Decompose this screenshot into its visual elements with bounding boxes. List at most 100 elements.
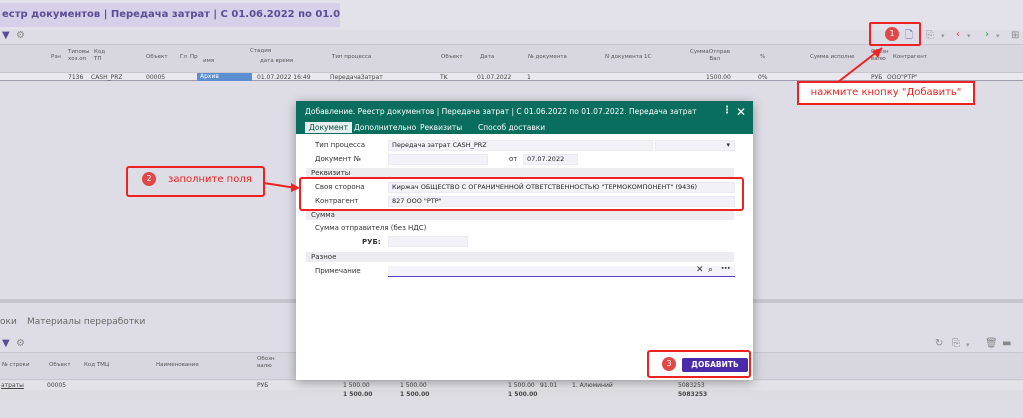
- highlight-requisites: [299, 177, 744, 211]
- col-header[interactable]: Типовы хоз.оп: [68, 49, 90, 63]
- lower-chevron-down-icon[interactable]: ▾: [966, 340, 970, 350]
- section-misc: Разное: [306, 252, 734, 262]
- col-header[interactable]: имя: [203, 58, 214, 65]
- table-row[interactable]: атраты 00005 РУБ 1 500.00 1 500.00 1 500…: [0, 381, 1023, 390]
- step-2-arrow: [263, 182, 300, 192]
- col-header[interactable]: СуммаОтправ Вал: [690, 49, 730, 63]
- section-sum: Сумма: [306, 210, 734, 220]
- col-header[interactable]: Гл: [180, 54, 187, 61]
- add-document-dialog: Добавление. Реестр документов | Передача…: [296, 101, 753, 380]
- col-header[interactable]: Обозн валю: [257, 356, 275, 370]
- col-header[interactable]: Стадия: [250, 48, 271, 55]
- tree-icon[interactable]: ⊞: [1011, 31, 1019, 41]
- sender-sum-label: Сумма отправителя (без НДС): [315, 224, 427, 232]
- delete-icon[interactable]: 🗑: [985, 339, 998, 349]
- tab-document-registry[interactable]: естр документов | Передача затрат | С 01…: [0, 3, 340, 27]
- doc-number-field[interactable]: [388, 154, 488, 165]
- tab-additional[interactable]: Дополнительно: [354, 122, 416, 133]
- col-header[interactable]: Наименование: [156, 362, 199, 369]
- status-badge: Архив: [197, 73, 252, 81]
- process-type-label: Тип процесса: [315, 141, 365, 149]
- col-header[interactable]: Пр: [190, 54, 198, 61]
- step-1-badge: 1: [885, 27, 899, 41]
- table-row-total: 1 500.00 1 500.00 1 500.00 5083253: [0, 390, 1023, 399]
- step-2-badge: 2: [142, 172, 156, 186]
- table-cell: 01.07.2022: [477, 74, 512, 81]
- tab-delivery[interactable]: Способ доставки: [478, 122, 545, 133]
- chevron-down-icon-3[interactable]: ▾: [996, 31, 1000, 41]
- col-header[interactable]: Контрагент: [893, 54, 927, 61]
- search-icon[interactable]: ⌕: [708, 265, 713, 275]
- gear-icon[interactable]: ⚙: [16, 31, 25, 41]
- tab-materials[interactable]: Материалы переработки: [27, 317, 145, 327]
- refresh-icon[interactable]: ↻: [935, 339, 943, 349]
- chevron-down-icon[interactable]: ▾: [941, 31, 945, 41]
- table-cell: ПередачаЗатрат: [330, 74, 383, 81]
- chevron-down-icon: ▾: [726, 141, 730, 149]
- col-header[interactable]: N документа 1С: [605, 54, 651, 61]
- chevron-down-icon-2[interactable]: ▾: [967, 31, 971, 41]
- table-cell: 5083253: [678, 391, 708, 398]
- table-cell: 1. Алюминий: [572, 382, 613, 389]
- note-label: Примечание: [315, 267, 361, 275]
- step-2-text: заполните поля: [168, 174, 252, 185]
- date-field[interactable]: 07.07.2022: [523, 154, 578, 165]
- lower-attachment-icon[interactable]: ⎘: [952, 339, 960, 349]
- more-icon[interactable]: ⋯: [721, 264, 730, 274]
- close-icon[interactable]: ✕: [736, 105, 746, 119]
- table-cell: 5083253: [678, 382, 705, 389]
- dialog-title: Добавление. Реестр документов | Передача…: [305, 107, 697, 116]
- col-header[interactable]: Объект: [441, 54, 463, 61]
- lower-filter-icon[interactable]: ▼: [2, 339, 10, 349]
- table-cell: 1 500.00: [508, 391, 538, 398]
- col-header[interactable]: № документа: [528, 54, 567, 61]
- tab-document[interactable]: Документ: [305, 122, 352, 133]
- table-cell: атраты: [1, 382, 24, 389]
- table-cell: CASH_PRZ: [91, 74, 123, 81]
- col-header[interactable]: Рзн: [51, 54, 61, 61]
- table-cell: 1: [527, 74, 531, 81]
- table-cell: РУБ: [257, 382, 269, 389]
- filter-icon[interactable]: ▼: [2, 31, 10, 41]
- arrow-right-icon[interactable]: ›: [985, 30, 989, 40]
- table-cell: 00005: [47, 382, 67, 389]
- note-field[interactable]: ✕ ⌕ ⋯: [388, 264, 735, 277]
- table-cell: 00005: [146, 74, 166, 81]
- tab-lower-first[interactable]: оки: [0, 317, 17, 327]
- lower-gear-icon[interactable]: ⚙: [16, 339, 25, 349]
- lower-more-icon[interactable]: ▬: [1002, 339, 1011, 349]
- more-vertical-icon[interactable]: ⋮: [722, 105, 732, 116]
- table-cell: 0%: [758, 74, 768, 81]
- col-header[interactable]: %: [760, 54, 765, 61]
- col-header[interactable]: № строки: [2, 362, 29, 369]
- dialog-header: Добавление. Реестр документов | Передача…: [296, 101, 753, 134]
- col-header[interactable]: Объект: [146, 54, 168, 61]
- step-1-arrow: [837, 47, 883, 83]
- col-header[interactable]: Дата: [480, 54, 494, 61]
- step-3-badge: 3: [662, 357, 676, 371]
- rub-sum-field[interactable]: [388, 236, 468, 247]
- table-cell: TK: [440, 74, 448, 81]
- col-header[interactable]: дата время: [260, 58, 293, 65]
- tab-requisites[interactable]: Реквизиты: [420, 122, 462, 133]
- table-cell: ООО"РТР": [887, 74, 918, 81]
- col-header[interactable]: Код ТМЦ: [84, 362, 109, 369]
- table-cell: 1 500.00: [343, 391, 373, 398]
- table-cell: 1500.00: [706, 74, 731, 81]
- table-cell: 1 500.00: [508, 382, 535, 389]
- col-header[interactable]: Тип процесса: [332, 54, 371, 61]
- col-header[interactable]: Объект: [49, 362, 71, 369]
- rub-label: РУБ:: [362, 238, 381, 246]
- table-cell: 1 500.00: [343, 382, 370, 389]
- table-cell: 1 500.00: [400, 391, 430, 398]
- attachment-icon[interactable]: ⎘: [926, 31, 934, 41]
- table-cell: 7136: [68, 74, 84, 81]
- process-type-select[interactable]: ▾: [655, 140, 735, 151]
- from-label: от: [509, 155, 518, 163]
- col-header[interactable]: Код ТП: [94, 49, 108, 63]
- arrow-left-icon[interactable]: ‹: [956, 30, 960, 40]
- table-cell: 91.01: [540, 382, 558, 389]
- table-cell: 1 500.00: [400, 382, 427, 389]
- clear-icon[interactable]: ✕: [696, 265, 704, 275]
- process-type-field[interactable]: Передача затрат CASH_PRZ: [388, 140, 653, 151]
